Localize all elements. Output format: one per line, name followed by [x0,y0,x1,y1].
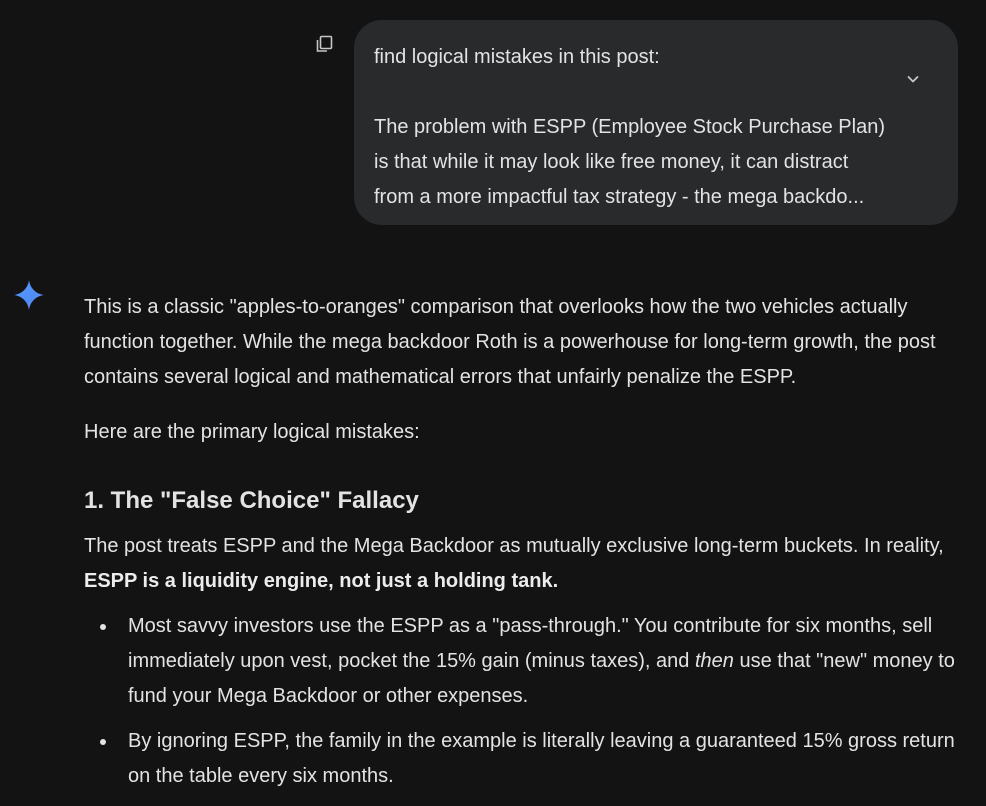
chevron-down-icon [907,76,919,83]
section-paragraph: The post treats ESPP and the Mega Backdo… [84,529,964,599]
list-item: By ignoring ESPP, the family in the exam… [100,724,964,794]
italic-text: then [694,650,734,672]
user-message-line: is that while it may look like free mone… [374,151,849,173]
bullet-text: By ignoring ESPP, the family in the exam… [128,730,955,787]
copy-prompt-button[interactable] [311,31,337,57]
response-lead: Here are the primary logical mistakes: [84,421,420,443]
response-intro: This is a classic "apples-to-oranges" co… [84,296,936,388]
paragraph-text: The post treats ESPP and the Mega Backdo… [84,535,944,557]
bullet-list: Most savvy investors use the ESPP as a "… [84,609,964,794]
copy-icon [316,35,333,52]
chat-page: find logical mistakes in this post: The … [0,0,986,806]
assistant-response: This is a classic "apples-to-oranges" co… [84,290,964,804]
expand-message-button[interactable] [898,64,928,94]
user-message-line: find logical mistakes in this post: [374,46,660,68]
list-item: Most savvy investors use the ESPP as a "… [100,609,964,714]
user-message-line: from a more impactful tax strategy - the… [374,186,865,208]
user-message-line: The problem with ESPP (Employee Stock Pu… [374,116,885,138]
section-heading: 1. The "False Choice" Fallacy [84,487,419,514]
user-message-bubble: find logical mistakes in this post: The … [354,20,958,225]
gemini-sparkle-icon [14,280,44,310]
bold-text: ESPP is a liquidity engine, not just a h… [84,570,559,592]
